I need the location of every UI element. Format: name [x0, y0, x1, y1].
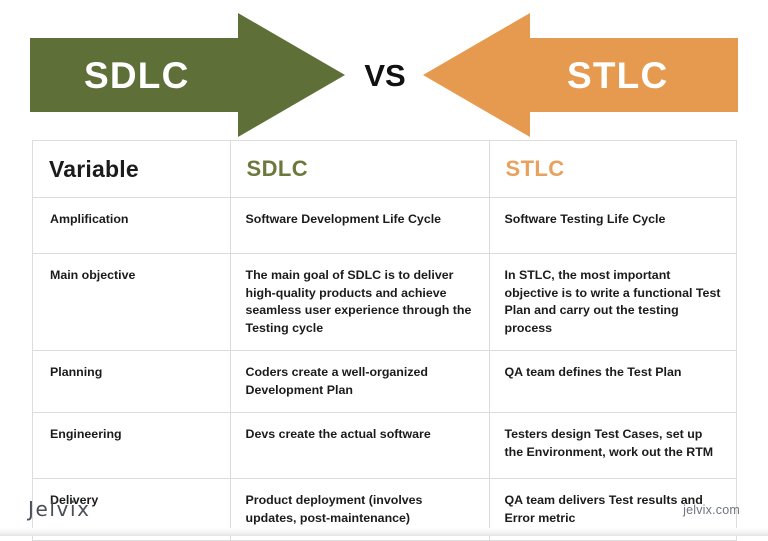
table-row: Engineering Devs create the actual softw… — [33, 412, 736, 479]
table-row: Amplification Software Development Life … — [33, 197, 736, 254]
column-header-variable: Variable — [33, 141, 231, 198]
cell-variable: Main objective — [33, 253, 231, 351]
vs-label: VS — [364, 58, 406, 93]
table-header-row: Variable SDLC STLC — [33, 141, 736, 198]
comparison-table-container: Variable SDLC STLC Amplification Softwar… — [32, 140, 737, 541]
table-row: Planning Coders create a well-organized … — [33, 350, 736, 413]
table-body: Amplification Software Development Life … — [33, 197, 736, 540]
comparison-banner: SDLC VS STLC — [0, 0, 768, 140]
cell-sdlc: Software Development Life Cycle — [230, 197, 490, 254]
cell-sdlc: The main goal of SDLC is to deliver high… — [230, 253, 490, 351]
cell-stlc: Testers design Test Cases, set up the En… — [489, 412, 736, 479]
infographic-page: SDLC VS STLC Variable SDLC STLC Amplific… — [0, 0, 768, 541]
table-row: Main objective The main goal of SDLC is … — [33, 253, 736, 351]
cell-sdlc: Coders create a well-organized Developme… — [230, 350, 490, 413]
cell-variable: Planning — [33, 350, 231, 413]
sdlc-arrow-label: SDLC — [84, 55, 190, 96]
cell-stlc: Software Testing Life Cycle — [489, 197, 736, 254]
table-header: Variable SDLC STLC — [33, 141, 736, 198]
stlc-arrow-label: STLC — [567, 55, 669, 96]
cell-variable: Amplification — [33, 197, 231, 254]
cell-stlc: QA team defines the Test Plan — [489, 350, 736, 413]
page-bottom-edge — [0, 528, 768, 536]
comparison-table: Variable SDLC STLC Amplification Softwar… — [33, 141, 736, 540]
column-header-stlc: STLC — [489, 141, 736, 198]
jelvix-logo: Jelvix — [28, 497, 91, 521]
cell-stlc: In STLC, the most important objective is… — [489, 253, 736, 351]
website-label: jelvix.com — [683, 503, 740, 517]
column-header-sdlc: SDLC — [230, 141, 490, 198]
cell-variable: Engineering — [33, 412, 231, 479]
cell-sdlc: Devs create the actual software — [230, 412, 490, 479]
